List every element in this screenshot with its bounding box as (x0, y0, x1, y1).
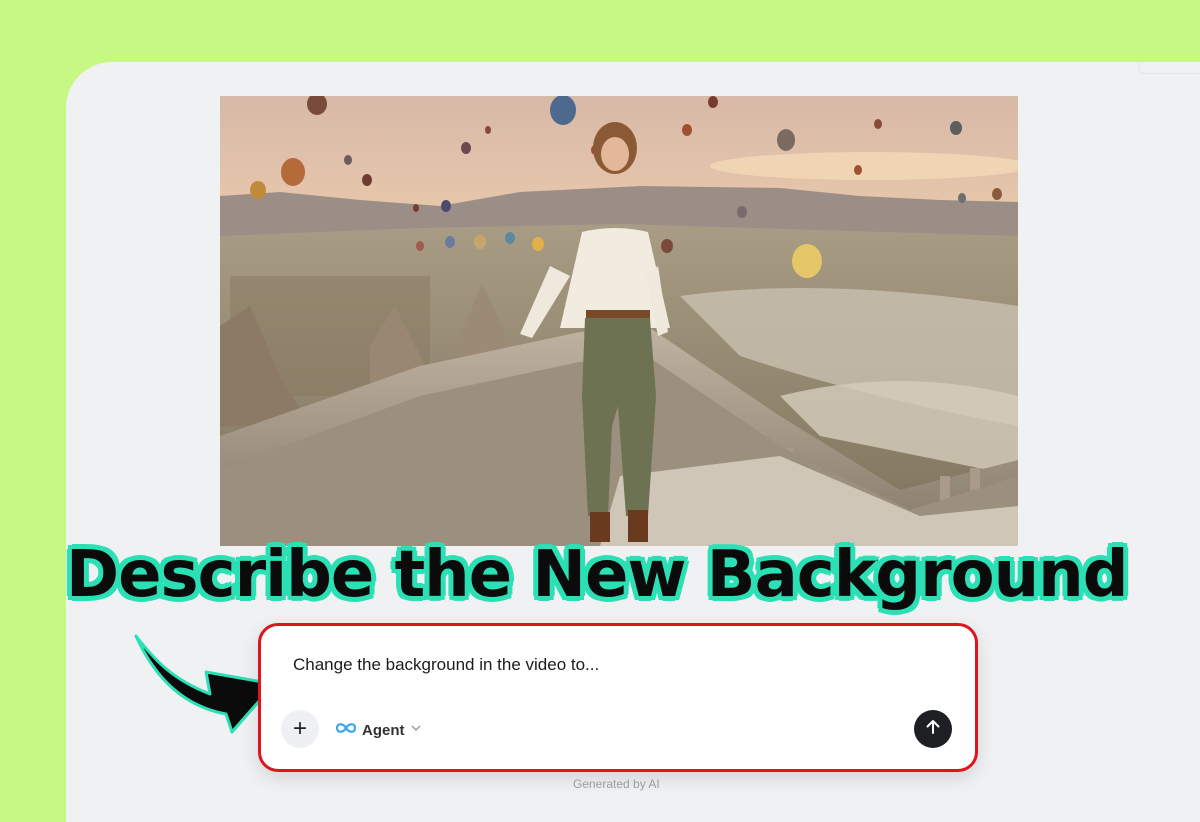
infinity-icon (335, 721, 357, 740)
prompt-box[interactable]: Change the background in the video to...… (258, 623, 978, 772)
agent-dropdown[interactable]: Agent (335, 718, 422, 742)
send-button[interactable] (914, 710, 952, 748)
corner-tab (1138, 62, 1200, 74)
generated-by-ai-note: Generated by AI (573, 777, 660, 791)
prompt-input[interactable]: Change the background in the video to... (293, 655, 599, 675)
agent-label: Agent (362, 721, 405, 739)
preview-image (220, 96, 1018, 546)
headline: Describe the New Background (65, 537, 1130, 613)
arrow-up-icon (924, 718, 942, 741)
chevron-down-icon (410, 721, 422, 739)
add-button[interactable]: + (281, 710, 319, 748)
pointer-arrow-icon (126, 622, 278, 739)
plus-icon: + (292, 715, 307, 742)
